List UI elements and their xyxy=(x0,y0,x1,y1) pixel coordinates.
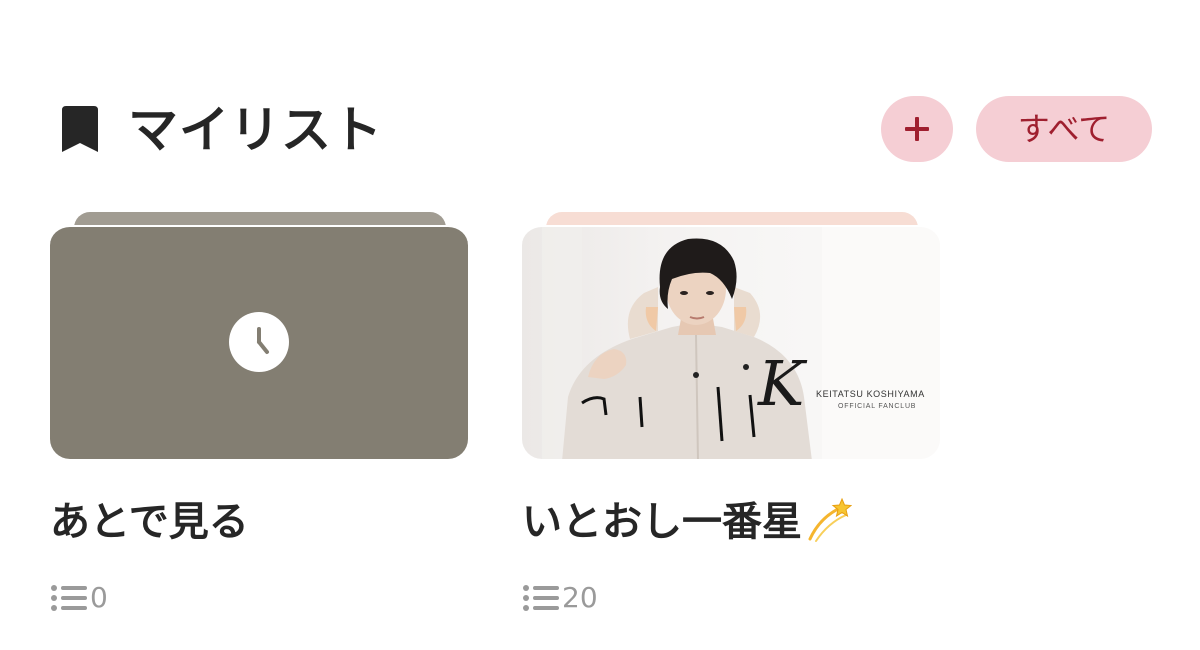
list-card-watch-later[interactable]: あとで見る 0 xyxy=(50,212,470,614)
list-thumbnail[interactable]: K KEITATSU KOSHIYAMA OFFICIAL FANCLUB xyxy=(522,225,940,459)
bookmark-icon xyxy=(62,106,98,152)
list-title: いとおし一番星 xyxy=(522,499,802,545)
clock-icon xyxy=(229,312,289,372)
list-card-ichibanboshi[interactable]: K KEITATSU KOSHIYAMA OFFICIAL FANCLUB いと… xyxy=(522,212,942,614)
section-header: マイリスト すべて xyxy=(60,96,1152,162)
section-title: マイリスト xyxy=(128,101,383,159)
plus-icon xyxy=(905,117,929,141)
fanclub-banner-image xyxy=(542,227,940,459)
item-count: 20 xyxy=(522,582,598,614)
list-thumbnail[interactable] xyxy=(50,225,468,459)
list-icon xyxy=(523,585,559,611)
view-all-button[interactable]: すべて xyxy=(976,96,1152,162)
item-count-value: 20 xyxy=(562,581,598,614)
add-list-button[interactable] xyxy=(881,96,953,162)
fanclub-logo-line1: KEITATSU KOSHIYAMA xyxy=(816,389,925,399)
list-title[interactable]: あとで見る xyxy=(50,496,249,548)
list-icon xyxy=(51,585,87,611)
fanclub-logo-line2: OFFICIAL FANCLUB xyxy=(838,403,917,410)
item-count-value: 0 xyxy=(90,581,108,614)
fanclub-logo-letter: K xyxy=(758,347,805,420)
my-list-section: マイリスト すべて あとで見る 0 K KEITATSU KOSHIYAMA O… xyxy=(0,0,1200,650)
dizzy-star-icon xyxy=(808,497,852,542)
list-title-row[interactable]: いとおし一番星 xyxy=(522,496,852,548)
item-count: 0 xyxy=(50,582,108,614)
